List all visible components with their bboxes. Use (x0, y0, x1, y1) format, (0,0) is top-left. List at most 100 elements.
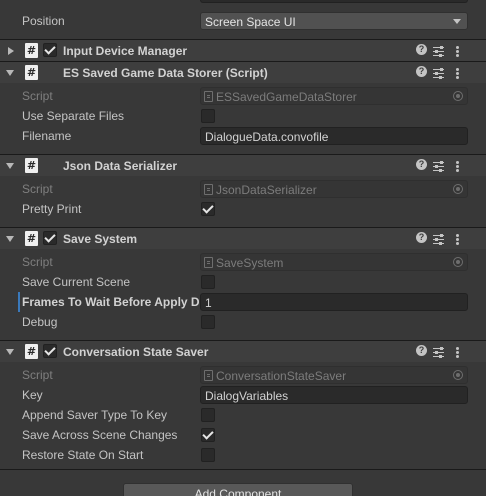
append-saver-type-checkbox[interactable] (201, 408, 215, 422)
script-file-icon (204, 370, 213, 381)
save-current-scene-label: Save Current Scene (22, 275, 131, 289)
script-row: Script ESSavedGameDataStorer (0, 86, 486, 106)
presets-icon[interactable] (432, 65, 446, 81)
script-value: JsonDataSerializer (216, 183, 317, 197)
header-actions (414, 43, 464, 59)
key-value: DialogVariables (205, 389, 289, 403)
focus-indicator (18, 292, 20, 312)
position-dropdown[interactable]: Screen Space UI (200, 12, 468, 30)
script-file-icon (204, 257, 213, 268)
header-actions (414, 158, 464, 174)
key-row: Key DialogVariables (0, 385, 486, 405)
help-icon[interactable] (414, 65, 428, 81)
script-row: Script JsonDataSerializer (0, 179, 486, 199)
component-title: Conversation State Saver (63, 345, 209, 359)
script-icon: # (25, 231, 38, 246)
frames-to-wait-value: 1 (205, 296, 212, 310)
filename-value: DialogueData.convofile (205, 130, 329, 144)
more-options-icon[interactable] (451, 344, 465, 360)
script-value: SaveSystem (216, 256, 284, 270)
save-across-scene-changes-label: Save Across Scene Changes (22, 428, 178, 442)
script-label: Script (22, 89, 53, 103)
frames-to-wait-label: Frames To Wait Before Apply D (22, 295, 199, 309)
restore-state-checkbox[interactable] (201, 448, 215, 462)
presets-icon[interactable] (432, 231, 446, 247)
key-input[interactable]: DialogVariables (200, 386, 468, 404)
object-picker-icon (453, 257, 463, 267)
script-row: Script ConversationStateSaver (0, 365, 486, 385)
component-header-input-device-manager[interactable]: # Input Device Manager (0, 39, 486, 61)
use-separate-files-row: Use Separate Files (0, 106, 486, 126)
component-enabled-checkbox[interactable] (43, 344, 57, 358)
component-header-save-system[interactable]: # Save System (0, 227, 486, 249)
more-options-icon[interactable] (451, 158, 465, 174)
foldout-expanded-icon[interactable] (6, 163, 14, 169)
chevron-down-icon (453, 19, 461, 24)
use-separate-files-label: Use Separate Files (22, 109, 125, 123)
component-title: Input Device Manager (63, 44, 188, 58)
script-row: Script SaveSystem (0, 252, 486, 272)
use-separate-files-checkbox[interactable] (201, 109, 215, 123)
script-object-field: SaveSystem (200, 253, 468, 271)
save-across-scene-changes-checkbox[interactable] (201, 428, 215, 442)
help-icon[interactable] (414, 158, 428, 174)
object-picker-icon (453, 370, 463, 380)
restore-state-label: Restore State On Start (22, 448, 144, 462)
filename-row: Filename DialogueData.convofile (0, 126, 486, 146)
position-dropdown-value: Screen Space UI (205, 15, 296, 29)
component-enabled-checkbox[interactable] (43, 43, 57, 57)
foldout-expanded-icon[interactable] (6, 70, 14, 76)
component-enabled-checkbox[interactable] (43, 231, 57, 245)
append-saver-type-row: Append Saver Type To Key (0, 405, 486, 425)
filename-label: Filename (22, 129, 72, 143)
position-label: Position (22, 14, 65, 28)
script-icon: # (25, 344, 38, 359)
header-actions (414, 344, 464, 360)
filename-input[interactable]: DialogueData.convofile (200, 127, 468, 145)
position-row: Position Screen Space UI (0, 11, 486, 31)
frames-to-wait-input[interactable]: 1 (200, 293, 468, 311)
foldout-expanded-icon[interactable] (6, 236, 14, 242)
script-file-icon (204, 184, 213, 195)
header-actions (414, 65, 464, 81)
pretty-print-label: Pretty Print (22, 202, 82, 216)
component-header-json-data-serializer[interactable]: # Json Data Serializer (0, 154, 486, 176)
save-across-scene-changes-row: Save Across Scene Changes (0, 425, 486, 445)
component-header-conversation-state-saver[interactable]: # Conversation State Saver (0, 340, 486, 362)
component-header-es-saved-game-data-storer[interactable]: # ES Saved Game Data Storer (Script) (0, 61, 486, 83)
script-object-field: ConversationStateSaver (200, 366, 468, 384)
presets-icon[interactable] (432, 344, 446, 360)
presets-icon[interactable] (432, 158, 446, 174)
more-options-icon[interactable] (451, 231, 465, 247)
script-icon: # (25, 43, 38, 58)
script-icon: # (25, 158, 38, 173)
script-label: Script (22, 182, 53, 196)
pretty-print-checkbox[interactable] (201, 202, 215, 216)
debug-checkbox[interactable] (201, 315, 215, 329)
debug-label: Debug (22, 315, 58, 329)
script-label: Script (22, 255, 53, 269)
add-component-button[interactable]: Add Component (123, 483, 353, 496)
more-options-icon[interactable] (451, 65, 465, 81)
help-icon[interactable] (414, 344, 428, 360)
component-title: Json Data Serializer (63, 159, 178, 173)
foldout-collapsed-icon[interactable] (8, 47, 14, 55)
help-icon[interactable] (414, 231, 428, 247)
debug-row: Debug (0, 312, 486, 332)
more-options-icon[interactable] (451, 43, 465, 59)
script-file-icon (204, 91, 213, 102)
key-label: Key (22, 388, 43, 402)
foldout-expanded-icon[interactable] (6, 349, 14, 355)
header-actions (414, 231, 464, 247)
restore-state-row: Restore State On Start (0, 445, 486, 465)
pretty-print-row: Pretty Print (0, 199, 486, 219)
script-value: ESSavedGameDataStorer (216, 90, 357, 104)
append-saver-type-label: Append Saver Type To Key (22, 408, 167, 422)
save-current-scene-checkbox[interactable] (201, 275, 215, 289)
component-title: Save System (63, 232, 138, 246)
previous-field-stub (0, 0, 486, 8)
presets-icon[interactable] (432, 43, 446, 59)
help-icon[interactable] (414, 43, 428, 59)
object-picker-icon (453, 91, 463, 101)
script-object-field: ESSavedGameDataStorer (200, 87, 468, 105)
